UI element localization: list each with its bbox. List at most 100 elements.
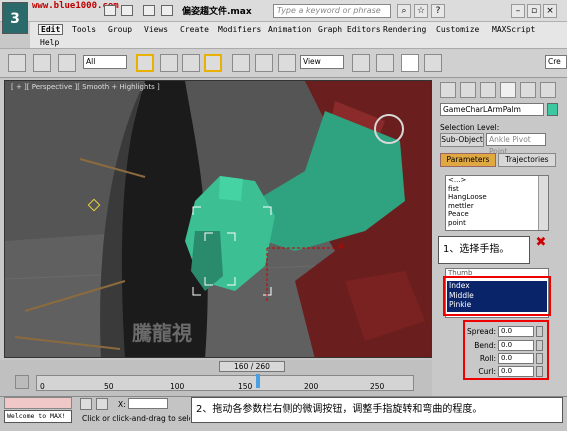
star-icon[interactable]: ☆ (414, 4, 428, 18)
rotate-icon[interactable] (255, 54, 273, 72)
redo-icon[interactable] (143, 5, 155, 16)
rectangular-selection-icon[interactable] (182, 54, 200, 72)
callout-step-2: 2、拖动各参数栏右侧的微调按钮，调整手指旋转和弯曲的程度。 (191, 397, 563, 423)
menu-group[interactable]: Group (108, 25, 132, 34)
tick-label: 0 (40, 382, 45, 391)
restore-icon[interactable]: ▫ (527, 4, 541, 18)
menu-maxscript[interactable]: MAXScript (492, 25, 535, 34)
coord-x-field[interactable] (128, 398, 168, 409)
perspective-viewport[interactable]: [ + ][ Perspective ][ Smooth + Highlight… (4, 80, 432, 358)
tab-parameters[interactable]: Parameters (440, 153, 496, 167)
absolute-mode-icon[interactable] (96, 398, 108, 410)
menu-views[interactable]: Views (144, 25, 168, 34)
tick-label: 150 (238, 382, 253, 391)
save-icon[interactable] (161, 5, 173, 16)
selection-filter-dropdown[interactable]: All (83, 55, 127, 69)
curl-field[interactable]: 0.0 (498, 366, 534, 377)
curl-label: Curl: (478, 367, 496, 376)
menu-create[interactable]: Create (180, 25, 209, 34)
minimize-icon[interactable]: – (511, 4, 525, 18)
roll-spinner[interactable] (536, 353, 543, 364)
reference-coordinate-dropdown[interactable]: View (300, 55, 344, 69)
coord-x-label: X: (118, 400, 126, 409)
unlink-icon[interactable] (33, 54, 51, 72)
sub-object-button[interactable]: Sub-Object (440, 133, 484, 147)
scale-icon[interactable] (278, 54, 296, 72)
tab-trajectories[interactable]: Trajectories (498, 153, 556, 167)
close-icon[interactable]: × (543, 4, 557, 18)
track-bar-toggle-icon[interactable] (15, 375, 29, 389)
roll-label: Roll: (479, 354, 496, 363)
tick-label: 50 (104, 382, 114, 391)
keyboard-shortcut-icon[interactable] (401, 54, 419, 72)
gizmo-axis-x: x (339, 241, 344, 250)
curl-spinner[interactable] (536, 366, 543, 377)
tick-label: 250 (370, 382, 385, 391)
lock-icon[interactable] (80, 398, 92, 410)
spread-label: Spread: (467, 327, 496, 336)
bend-spinner[interactable] (536, 340, 543, 351)
menu-rendering[interactable]: Rendering (383, 25, 426, 34)
callout-step-1: 1、选择手指。 (438, 236, 530, 264)
move-icon[interactable] (232, 54, 250, 72)
search-input[interactable]: Type a keyword or phrase (273, 4, 391, 18)
motion-tab-icon[interactable] (500, 82, 516, 98)
undo-icon[interactable] (121, 5, 133, 16)
link-icon[interactable] (8, 54, 26, 72)
select-object-icon[interactable] (136, 54, 154, 72)
select-by-name-icon[interactable] (160, 54, 178, 72)
time-marker[interactable] (256, 374, 260, 388)
file-title: 偏姿趨文件.max (182, 7, 252, 17)
viewport-label[interactable]: [ + ][ Perspective ][ Smooth + Highlight… (11, 83, 160, 91)
list-item[interactable]: Peace (446, 210, 548, 219)
object-name-field[interactable]: GameCharLArmPalm (440, 103, 544, 116)
selection-level-label: Selection Level: (440, 123, 500, 132)
spread-field[interactable]: 0.0 (498, 326, 534, 337)
list-item[interactable]: mettler (446, 202, 548, 211)
display-tab-icon[interactable] (520, 82, 536, 98)
bind-space-warp-icon[interactable] (58, 54, 76, 72)
list-item[interactable]: HangLoose (446, 193, 548, 202)
track-bar[interactable] (36, 375, 414, 391)
delete-icon[interactable]: ✖ (533, 236, 549, 250)
open-file-icon[interactable] (104, 5, 116, 16)
app-logo[interactable]: 3 (2, 2, 28, 34)
object-color-swatch[interactable] (547, 103, 558, 116)
viewport-scene (5, 81, 431, 357)
spread-spinner[interactable] (536, 326, 543, 337)
pivot-center-icon[interactable] (352, 54, 370, 72)
hierarchy-tab-icon[interactable] (480, 82, 496, 98)
menu-help[interactable]: Help (40, 38, 59, 47)
roll-field[interactable]: 0.0 (498, 353, 534, 364)
menu-tools[interactable]: Tools (72, 25, 96, 34)
window-crossing-icon[interactable] (204, 54, 222, 72)
create-tab-icon[interactable] (440, 82, 456, 98)
bend-field[interactable]: 0.0 (498, 340, 534, 351)
menu-customize[interactable]: Customize (436, 25, 479, 34)
time-slider[interactable]: 160 / 260 (219, 361, 285, 372)
sub-object-dropdown[interactable]: Ankle Pivot Point (486, 133, 546, 156)
tick-label: 100 (170, 382, 185, 391)
named-selection-set[interactable]: Cre (545, 55, 567, 69)
list-item[interactable]: point (446, 219, 548, 228)
select-manipulate-icon[interactable] (376, 54, 394, 72)
menu-edit[interactable]: Edit (38, 24, 64, 35)
maxscript-mini-listener[interactable]: Welcome to MAX! (4, 410, 72, 423)
menu-animation[interactable]: Animation (268, 25, 311, 34)
help-icon[interactable]: ? (431, 4, 445, 18)
menu-modifiers[interactable]: Modifiers (218, 25, 261, 34)
pose-list[interactable]: <...> fist HangLoose mettler Peace point (445, 175, 549, 231)
highlight-box-fingers (443, 276, 551, 316)
snap-toggle-icon[interactable] (424, 54, 442, 72)
utilities-tab-icon[interactable] (540, 82, 556, 98)
list-item[interactable]: fist (446, 185, 548, 194)
modify-tab-icon[interactable] (460, 82, 476, 98)
search-icon[interactable]: ⌕ (397, 4, 411, 18)
bend-label: Bend: (474, 341, 496, 350)
list-item[interactable]: <...> (446, 176, 548, 185)
menu-graph-editors[interactable]: Graph Editors (318, 25, 381, 34)
pose-list-scrollbar[interactable] (538, 176, 548, 230)
tick-label: 200 (304, 382, 319, 391)
maxscript-listener[interactable] (4, 397, 72, 409)
watermark-text: 騰龍視 (132, 321, 192, 345)
